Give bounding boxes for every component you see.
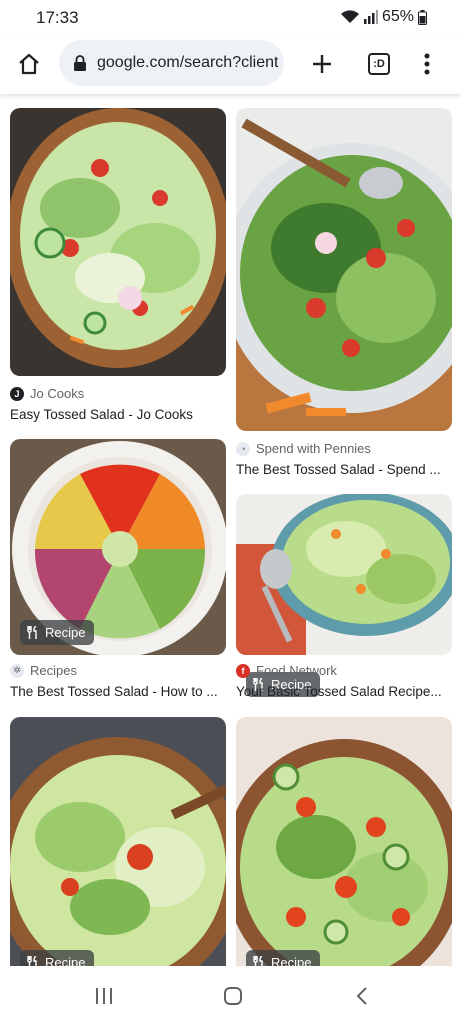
result-card[interactable]: Recipe xyxy=(10,717,226,966)
home-button[interactable] xyxy=(11,46,47,82)
recents-button[interactable] xyxy=(90,982,118,1010)
home-icon xyxy=(19,53,39,75)
result-card[interactable]: Recipe f Food Network Your Basic Tossed … xyxy=(236,494,452,707)
restaurant-icon xyxy=(27,626,37,639)
result-title[interactable]: Your Basic Tossed Salad Recipe... xyxy=(236,684,452,699)
result-title[interactable]: The Best Tossed Salad - Spend ... xyxy=(236,462,452,477)
result-source[interactable]: J Jo Cooks xyxy=(10,386,84,401)
battery-percent: 65% xyxy=(381,8,414,25)
home-nav-button[interactable] xyxy=(219,982,247,1010)
plus-icon xyxy=(313,55,331,73)
status-indicators: 65% xyxy=(340,8,427,26)
recipe-badge: Recipe xyxy=(20,620,95,645)
wifi-icon xyxy=(340,9,360,25)
result-image[interactable] xyxy=(236,494,452,655)
image-results-grid: J Jo Cooks Easy Tossed Salad - Jo Cooks xyxy=(0,94,461,966)
result-card[interactable]: Recipe ✲ Recipes The Best Tossed Salad -… xyxy=(10,439,226,707)
source-name: Jo Cooks xyxy=(30,386,85,401)
signal-icon xyxy=(363,10,378,24)
back-button[interactable] xyxy=(348,982,376,1010)
browser-toolbar: google.com/search?client :D xyxy=(0,34,461,94)
jo-cooks-logo-icon: J xyxy=(10,386,24,401)
source-name: Recipes xyxy=(30,663,77,678)
tab-switcher-button[interactable]: :D xyxy=(361,46,397,82)
system-nav-bar xyxy=(0,966,461,1024)
result-image[interactable] xyxy=(236,108,452,431)
lock-icon xyxy=(74,55,86,71)
result-card[interactable]: Recipe xyxy=(236,717,452,966)
result-source[interactable]: f Food Network xyxy=(236,663,337,678)
new-tab-button[interactable] xyxy=(304,46,340,82)
source-name: Spend with Pennies xyxy=(256,441,371,456)
badge-label: Recipe xyxy=(45,955,86,966)
result-title[interactable]: Easy Tossed Salad - Jo Cooks xyxy=(10,407,226,422)
source-name: Food Network xyxy=(256,663,337,678)
food-network-logo-icon: f xyxy=(236,663,250,678)
recipe-badge: Recipe xyxy=(20,950,95,966)
result-source[interactable]: ◔ Spend with Pennies xyxy=(236,441,371,456)
result-title[interactable]: The Best Tossed Salad - How to ... xyxy=(10,684,226,699)
tab-switcher-icon: :D xyxy=(368,53,390,75)
status-bar: 17:33 65% xyxy=(0,0,461,34)
badge-label: Recipe xyxy=(271,955,312,966)
address-bar[interactable]: google.com/search?client xyxy=(59,40,284,86)
recipes-logo-icon: ✲ xyxy=(10,663,24,678)
result-source[interactable]: ✲ Recipes xyxy=(10,663,77,678)
spend-with-pennies-logo-icon: ◔ xyxy=(236,441,250,456)
url-text: google.com/search?client xyxy=(97,54,279,71)
result-image[interactable] xyxy=(236,717,452,966)
result-card[interactable]: J Jo Cooks Easy Tossed Salad - Jo Cooks xyxy=(10,108,226,424)
recents-icon xyxy=(96,988,112,1004)
badge-label: Recipe xyxy=(45,625,86,640)
result-image[interactable] xyxy=(10,108,226,376)
home-nav-icon xyxy=(224,987,242,1005)
result-image[interactable] xyxy=(10,717,226,966)
restaurant-icon xyxy=(27,956,37,966)
restaurant-icon xyxy=(253,956,263,966)
recipe-badge: Recipe xyxy=(246,950,321,966)
back-icon xyxy=(356,987,367,1005)
battery-icon xyxy=(418,9,427,25)
more-vert-icon xyxy=(424,53,430,75)
status-time: 17:33 xyxy=(36,8,79,27)
result-card[interactable]: ◔ Spend with Pennies The Best Tossed Sal… xyxy=(236,108,452,479)
menu-button[interactable] xyxy=(409,46,445,82)
